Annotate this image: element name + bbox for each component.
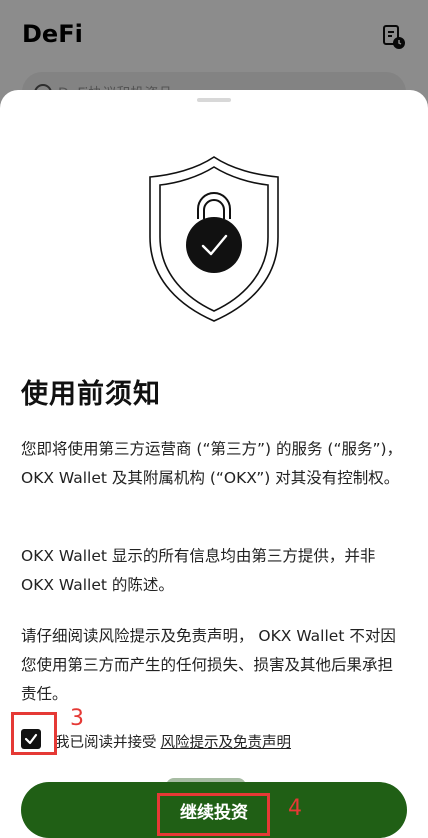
- disclaimer-link[interactable]: 风险提示及免责声明: [161, 735, 292, 751]
- annotation-marker-4: 4: [288, 796, 302, 821]
- agree-text: 我已阅读并接受: [55, 735, 157, 751]
- notice-sheet: 使用前须知 您即将使用第三方运营商 (“第三方”) 的服务 (“服务”)，OKX…: [0, 90, 428, 838]
- drag-handle[interactable]: [197, 98, 231, 102]
- agree-row: 我已阅读并接受 风险提示及免责声明: [21, 728, 421, 754]
- annotation-marker-3: 3: [70, 706, 84, 731]
- notice-paragraph-3: 请仔细阅读风险提示及免责声明， OKX Wallet 不对因您使用第三方而产生的…: [21, 627, 396, 703]
- sheet-title: 使用前须知: [21, 379, 161, 410]
- agree-label: 我已阅读并接受 风险提示及免责声明: [55, 731, 291, 752]
- annotation-box-button: [157, 793, 270, 836]
- notice-paragraph-1: 您即将使用第三方运营商 (“第三方”) 的服务 (“服务”)，OKX Walle…: [21, 440, 403, 487]
- notice-paragraph-2: OKX Wallet 显示的所有信息均由第三方提供，并非 OKX Wallet …: [21, 547, 376, 594]
- shield-check-icon: [146, 153, 282, 325]
- annotation-box-checkbox: [11, 712, 57, 755]
